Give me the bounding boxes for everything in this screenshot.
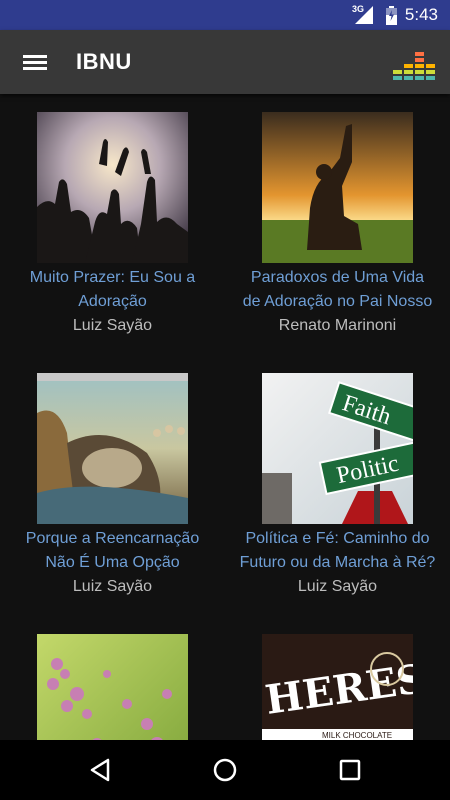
app-title: IBNU [76,49,132,74]
pink-flowers-image [37,634,188,740]
item-title[interactable]: Política e Fé: Caminho do Futuro ou da M… [225,527,450,575]
navigation-bar [0,740,450,800]
item-author: Renato Marinoni [278,317,397,334]
list-item[interactable]: HERESY MILK CHOCOLATE [225,634,450,740]
content-grid: Muito Prazer: Eu Sou a Adoração Luiz Say… [0,94,450,740]
back-triangle-icon [90,758,110,782]
worship-hands-image [37,112,188,263]
app-bar: IBNU [0,30,450,94]
recents-square-icon [339,759,361,781]
battery-icon [386,6,397,25]
kneeling-sunset-image [262,112,413,263]
list-item[interactable]: Faith Politic Política e Fé: Caminho do … [225,373,450,599]
menu-button[interactable] [12,44,56,80]
list-item[interactable]: Paradoxos de Uma Vida de Adoração no Pai… [225,112,450,338]
list-item[interactable]: Porque a Reencarnação Não É Uma Opção Lu… [0,373,225,599]
list-item[interactable] [0,634,225,740]
reincarnation-painting-image [37,373,188,524]
item-title[interactable]: Paradoxos de Uma Vida de Adoração no Pai… [225,266,450,314]
item-author: Luiz Sayão [297,578,378,595]
back-button[interactable] [80,752,120,788]
hamburger-menu-icon [23,55,47,70]
item-title[interactable]: Porque a Reencarnação Não É Uma Opção [0,527,225,575]
recents-button[interactable] [330,752,370,788]
clock: 5:43 [404,5,438,24]
item-author: Luiz Sayão [72,578,153,595]
signal-icon [355,6,373,24]
item-author: Luiz Sayão [72,317,153,334]
wrapper-chocolate-text: MILK CHOCOLATE [322,731,392,740]
faith-politics-sign-image: Faith Politic [262,373,413,524]
home-button[interactable] [205,752,245,788]
heresy-chocolate-image: HERESY MILK CHOCOLATE [262,634,413,740]
home-circle-icon [213,758,237,782]
equalizer-icon[interactable] [393,48,437,82]
list-item[interactable]: Muito Prazer: Eu Sou a Adoração Luiz Say… [0,112,225,338]
status-bar: 3G 5:43 [0,0,450,30]
item-title[interactable]: Muito Prazer: Eu Sou a Adoração [0,266,225,314]
